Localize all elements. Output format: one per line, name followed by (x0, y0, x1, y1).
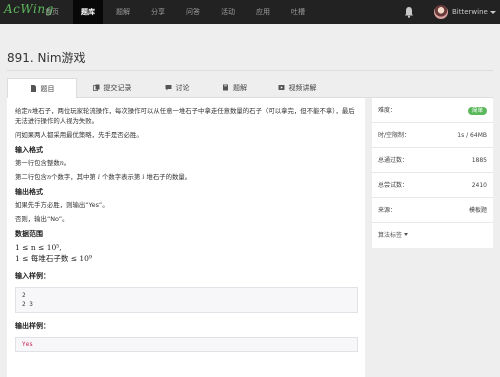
bell-icon[interactable] (404, 6, 414, 18)
tries-row: 总尝试数： 2410 (372, 173, 493, 198)
divider (7, 70, 493, 71)
sample-input-block[interactable]: 2 2 3 (15, 287, 358, 313)
tries-label: 总尝试数： (378, 182, 409, 189)
nav-item-problems[interactable]: 题库 (73, 0, 103, 24)
passed-value: 1885 (471, 157, 487, 164)
nav-item-rants[interactable]: 吐槽 (283, 0, 313, 24)
source-row: 来源： 模板题 (372, 198, 493, 223)
input-line: 第一行包含整数n。 (15, 159, 71, 167)
sample-input-heading: 输入样例： (15, 272, 50, 280)
nav-item-apps[interactable]: 应用 (248, 0, 278, 24)
input-format-heading: 输入格式 (15, 146, 43, 154)
difficulty-badge: 简单 (467, 106, 487, 115)
tries-value: 2410 (471, 182, 487, 189)
problem-description: 给定n堆石子，两位玩家轮流操作，每次操作可以从任意一堆石子中拿走任意数量的石子（… (7, 98, 365, 377)
tags-toggle[interactable]: 算法标签 (372, 223, 493, 248)
video-icon (278, 85, 284, 90)
avatar[interactable] (434, 5, 448, 19)
source-label: 来源： (378, 207, 397, 214)
chevron-down-icon[interactable] (490, 11, 496, 14)
nav-item-activity[interactable]: 活动 (213, 0, 243, 24)
nav-item-qa[interactable]: 问答 (178, 0, 208, 24)
tab-label: 题解 (233, 84, 247, 92)
file-icon (30, 85, 36, 92)
tab-solutions[interactable]: 题解 (207, 78, 262, 98)
description-paragraph: 给定n堆石子，两位玩家轮流操作，每次操作可以从任意一堆石子中拿走任意数量的石子（… (15, 107, 355, 125)
tab-video[interactable]: 视频讲解 (262, 78, 332, 98)
caret-down-icon (404, 233, 409, 236)
limit-label: 时/空限制： (378, 132, 411, 139)
description-paragraph: 问如果两人都采用最优策略，先手是否必胜。 (15, 131, 143, 139)
tab-label: 提交记录 (103, 84, 132, 92)
nav-item-share[interactable]: 分享 (143, 0, 173, 24)
output-line: 如果先手方必胜，则输出“Yes”。 (15, 201, 109, 209)
top-navbar: AcWing 首页 题库 题解 分享 问答 活动 应用 吐槽 Bitterwin… (0, 0, 500, 24)
limit-row: 时/空限制： 1s / 64MB (372, 123, 493, 148)
tab-label: 视频讲解 (288, 84, 317, 92)
tab-label: 题目 (40, 85, 55, 93)
tags-label: 算法标签 (378, 232, 403, 239)
input-line: 第二行包含n个数字，其中第 i 个数字表示第 i 堆石子的数量。 (15, 173, 192, 181)
page-title: 891. Nim游戏 (7, 51, 86, 65)
tab-submissions[interactable]: 提交记录 (77, 78, 147, 98)
difficulty-label: 难度： (378, 107, 397, 114)
limit-value: 1s / 64MB (457, 132, 487, 139)
data-range-heading: 数据范围 (15, 230, 43, 238)
book-icon (223, 84, 228, 91)
problem-info-panel: 难度： 简单 时/空限制： 1s / 64MB 总通过数： 1885 总尝试数：… (372, 98, 493, 248)
comment-icon (165, 85, 171, 91)
tab-bar: 题目 提交记录 讨论 题解 视频讲解 (7, 78, 493, 99)
tab-label: 讨论 (175, 84, 190, 92)
sample-output-block[interactable]: Yes (15, 337, 358, 352)
output-format-heading: 输出格式 (15, 188, 43, 196)
passed-row: 总通过数： 1885 (372, 148, 493, 173)
tab-problem[interactable]: 题目 (7, 78, 77, 99)
range-formula: 1 ≤ 每堆石子数 ≤ 10⁹ (15, 254, 92, 263)
output-line: 否则，输出“No”。 (15, 215, 69, 223)
range-formula: 1 ≤ n ≤ 10⁵, (15, 243, 62, 252)
copy-icon (92, 84, 99, 91)
nav-item-solutions[interactable]: 题解 (108, 0, 138, 24)
difficulty-row: 难度： 简单 (372, 98, 493, 123)
username[interactable]: Bitterwine (452, 0, 488, 24)
source-value[interactable]: 模板题 (469, 198, 487, 223)
sample-output-heading: 输出样例： (15, 322, 50, 330)
nav-item-home[interactable]: 首页 (37, 0, 67, 24)
tab-discussion[interactable]: 讨论 (147, 78, 207, 98)
passed-label: 总通过数： (378, 157, 409, 164)
